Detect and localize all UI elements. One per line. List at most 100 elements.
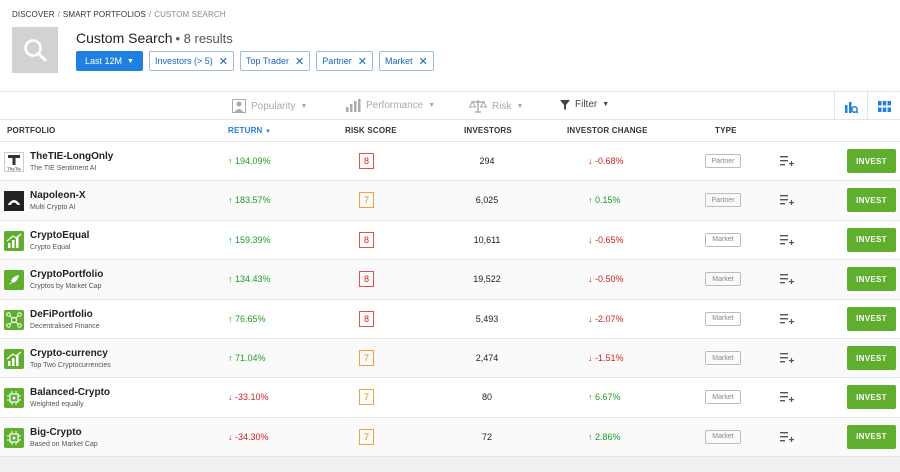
column-header-investor-change[interactable]: INVESTOR CHANGE: [567, 126, 648, 135]
invest-button[interactable]: INVEST: [847, 149, 896, 173]
sort-performance[interactable]: Performance ▼: [345, 99, 435, 112]
table-row[interactable]: TheTie TheTIE-LongOnly The TIE Sentiment…: [0, 141, 900, 180]
table-row[interactable]: Balanced-Crypto Weighted equally ↓ -33.1…: [0, 377, 900, 416]
portfolio-name[interactable]: CryptoEqual: [30, 230, 89, 241]
filter-chip-investors[interactable]: Investors (> 5) ✕: [148, 51, 234, 71]
bar-chart-logo-icon: [4, 230, 24, 251]
close-icon[interactable]: ✕: [295, 55, 304, 68]
filter-chip-label: Market: [384, 56, 413, 66]
portfolio-name[interactable]: Napoleon-X: [30, 190, 86, 201]
add-to-watchlist-button[interactable]: [780, 390, 794, 408]
table-row[interactable]: CryptoPortfolio Cryptos by Market Cap ↑ …: [0, 259, 900, 299]
portfolio-description: Top Two Cryptocurrencies: [30, 362, 111, 369]
portfolio-description: Based on Market Cap: [30, 440, 98, 448]
column-header-risk[interactable]: RISK SCORE: [345, 126, 397, 135]
thetie-logo-icon: TheTie: [4, 152, 24, 172]
return-value: ↑ 194.09%: [228, 156, 271, 166]
risk-score-badge: 7: [359, 389, 374, 406]
person-icon: [232, 99, 246, 113]
close-icon[interactable]: ✕: [418, 55, 427, 68]
sort-popularity[interactable]: Popularity ▼: [232, 99, 307, 113]
add-to-watchlist-button[interactable]: [780, 233, 794, 251]
column-header-return-label: RETURN: [228, 126, 263, 135]
caret-down-icon: ▼: [516, 102, 524, 110]
portfolio-name[interactable]: TheTIE-LongOnly: [30, 151, 113, 162]
table-row[interactable]: Napoleon-X Multi Crypto AI ↑ 183.57% 7 6…: [0, 180, 900, 220]
bar-chart-icon: [346, 99, 361, 112]
risk-score-badge: 8: [359, 271, 374, 288]
period-label: Last 12M: [85, 56, 123, 66]
risk-score-badge: 7: [359, 192, 374, 209]
investor-change-value: ↑ 6.67%: [588, 392, 621, 403]
invest-button[interactable]: INVEST: [847, 267, 896, 292]
investors-count: 5,493: [475, 313, 499, 324]
search-tile: [12, 27, 58, 73]
type-badge: Market: [705, 311, 741, 326]
chart-view-button[interactable]: [834, 92, 867, 121]
type-badge: Market: [705, 429, 741, 444]
add-to-watchlist-button[interactable]: [780, 430, 794, 448]
type-badge: Market: [705, 390, 741, 405]
invest-button[interactable]: INVEST: [847, 424, 896, 449]
portfolio-name[interactable]: DeFiPortfolio: [30, 309, 93, 320]
column-header-investors[interactable]: INVESTORS: [464, 126, 512, 135]
invest-button[interactable]: INVEST: [847, 227, 896, 252]
invest-button[interactable]: INVEST: [847, 385, 896, 410]
investors-count: 6,025: [475, 195, 499, 206]
column-header-portfolio[interactable]: PORTFOLIO: [7, 126, 55, 135]
portfolio-name[interactable]: Big-Crypto: [30, 427, 82, 438]
filter-chip-top-trader[interactable]: Top Trader ✕: [239, 51, 311, 71]
add-to-watchlist-button[interactable]: [780, 312, 794, 330]
risk-score-badge: 8: [359, 153, 374, 169]
close-icon[interactable]: ✕: [219, 55, 228, 68]
add-list-icon: [780, 392, 794, 403]
filter-label: Filter: [575, 99, 598, 110]
sort-toolbar: Popularity ▼ Performance ▼ Risk ▼ Filter ▼: [0, 91, 900, 121]
breadcrumb-current: CUSTOM SEARCH: [154, 10, 226, 19]
investors-count: 72: [481, 431, 492, 442]
column-header-return[interactable]: RETURN ▼: [228, 126, 271, 135]
table-row[interactable]: DeFiPortfolio Decentralised Finance ↑ 76…: [0, 298, 900, 338]
network-logo-icon: [4, 309, 24, 330]
caret-down-icon: ▼: [602, 101, 610, 108]
portfolio-logo: [4, 191, 24, 212]
invest-button[interactable]: INVEST: [847, 306, 896, 331]
close-icon[interactable]: ✕: [358, 55, 367, 68]
portfolio-description: Weighted equally: [30, 401, 84, 409]
add-to-watchlist-button[interactable]: [780, 193, 794, 211]
add-list-icon: [780, 431, 794, 442]
investor-change-value: ↓ -0.68%: [588, 156, 624, 166]
portfolio-name[interactable]: CryptoPortfolio: [30, 269, 103, 280]
invest-button[interactable]: INVEST: [847, 346, 896, 370]
breadcrumb-discover[interactable]: DISCOVER: [12, 10, 55, 19]
portfolio-description: Decentralised Finance: [30, 322, 100, 330]
add-to-watchlist-button[interactable]: [780, 351, 794, 369]
portfolio-name[interactable]: Balanced-Crypto: [30, 387, 110, 398]
add-to-watchlist-button[interactable]: [780, 154, 794, 172]
add-to-watchlist-button[interactable]: [780, 272, 794, 290]
sort-risk[interactable]: Risk ▼: [469, 99, 523, 113]
caret-down-icon: ▼: [428, 102, 436, 109]
type-badge: Partner: [705, 154, 741, 168]
filter-chips: Last 12M ▼ Investors (> 5) ✕ Top Trader ✕ …: [76, 51, 434, 71]
chip-logo-icon: [4, 427, 24, 448]
invest-button[interactable]: INVEST: [847, 188, 896, 213]
portfolio-description: Cryptos by Market Cap: [30, 283, 102, 291]
add-list-icon: [780, 195, 794, 206]
table-row[interactable]: Crypto-currency Top Two Cryptocurrencies…: [0, 338, 900, 378]
page-title-text: Custom Search: [76, 30, 173, 46]
column-header-type[interactable]: TYPE: [715, 126, 737, 135]
investors-count: 19,522: [473, 274, 501, 285]
scale-icon: [469, 100, 487, 113]
investor-change-value: ↓ -2.07%: [588, 313, 624, 324]
filter-chip-partner[interactable]: Partner ✕: [316, 51, 373, 71]
period-dropdown[interactable]: Last 12M ▼: [76, 51, 143, 71]
breadcrumb-smart-portfolios[interactable]: SMART PORTFOLIOS: [63, 10, 146, 19]
filter-chip-market[interactable]: Market ✕: [378, 51, 434, 71]
table-row[interactable]: CryptoEqual Crypto Equal ↑ 159.39% 8 10,…: [0, 219, 900, 259]
table-row[interactable]: Big-Crypto Based on Market Cap ↓ -34.30%…: [0, 416, 900, 457]
grid-view-button[interactable]: [867, 92, 900, 121]
filter-dropdown[interactable]: Filter ▼: [560, 99, 609, 110]
sort-popularity-label: Popularity: [251, 100, 296, 112]
portfolio-name[interactable]: Crypto-currency: [30, 348, 108, 359]
